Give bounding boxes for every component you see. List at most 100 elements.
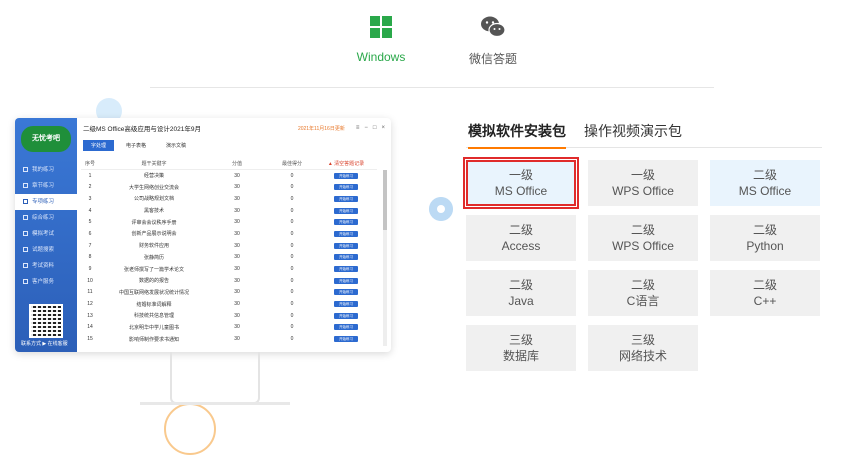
sidebar-item[interactable]: 考试资料 xyxy=(15,258,77,274)
arrow-decoration-icon xyxy=(429,197,453,221)
row-best-score: 0 xyxy=(290,324,294,331)
platform-tab-wechat[interactable]: 微信答题 xyxy=(448,14,538,67)
question-table: 序号 题干关键字 分值 最佳得分 ▲ 清空答题记录 1 经营决策 30 0 开始练习 2 大… xyxy=(81,158,377,345)
package-card[interactable]: 二级 C++ xyxy=(710,270,820,316)
row-index: 1 xyxy=(88,172,92,179)
sidebar-item-label: 综合练习 xyxy=(32,215,55,221)
sidebar-item[interactable]: 章节练习 xyxy=(15,178,77,194)
qr-code-icon xyxy=(29,304,63,338)
package-card[interactable]: 三级 网络技术 xyxy=(588,325,698,371)
row-best-score: 0 xyxy=(290,312,294,319)
row-action-cell: 开始练习 xyxy=(319,184,373,191)
row-best-score: 0 xyxy=(290,195,294,202)
windows-icon xyxy=(370,16,392,38)
app-titlebar: 二级MS Office高级应用与设计2021年9月 2021年11月16日更新 … xyxy=(77,118,391,138)
minimize-icon[interactable]: − xyxy=(364,125,368,131)
app-sidebar: 无忧考吧 我的练习 章节练习 专项练习 综合练习 模拟考试 试题搜索 考试资料 客户服务 联系… xyxy=(15,118,77,352)
package-card[interactable]: 一级 WPS Office xyxy=(588,160,698,206)
table-scrollbar[interactable] xyxy=(383,170,387,346)
row-score: 30 xyxy=(234,266,240,273)
row-score: 30 xyxy=(234,195,240,202)
row-index: 6 xyxy=(88,230,92,237)
start-practice-button[interactable]: 开始练习 xyxy=(334,195,358,202)
app-screenshot-monitor: 无忧考吧 我的练习 章节练习 专项练习 综合练习 模拟考试 试题搜索 考试资料 客户服务 联系… xyxy=(15,118,391,352)
close-icon[interactable]: × xyxy=(381,125,385,131)
row-best-score: 0 xyxy=(290,184,294,191)
start-practice-button[interactable]: 开始练习 xyxy=(334,336,358,343)
row-action-cell: 开始练习 xyxy=(319,242,373,249)
tab-ppt[interactable]: 演示文稿 xyxy=(158,140,194,151)
start-practice-button[interactable]: 开始练习 xyxy=(334,301,358,308)
package-tabs: 模拟软件安装包 操作视频演示包 xyxy=(466,118,822,149)
package-level: 二级 xyxy=(752,278,777,292)
package-card[interactable]: 二级 MS Office xyxy=(710,160,820,206)
menu-icon[interactable]: ≡ xyxy=(356,125,360,131)
start-practice-button[interactable]: 开始练习 xyxy=(334,312,358,319)
package-level: 二级 xyxy=(752,168,777,182)
maximize-icon[interactable]: □ xyxy=(373,125,377,131)
row-action-cell: 开始练习 xyxy=(319,219,373,226)
row-keyword: 评审会会议秩序手册 xyxy=(131,219,177,226)
row-best-score: 0 xyxy=(290,230,294,237)
tab-video-package[interactable]: 操作视频演示包 xyxy=(584,121,682,141)
row-index: 11 xyxy=(87,289,93,296)
start-practice-button[interactable]: 开始练习 xyxy=(334,324,358,331)
row-index: 15 xyxy=(87,336,93,343)
row-score: 30 xyxy=(234,312,240,319)
menu-item-icon xyxy=(23,183,28,189)
package-card[interactable]: 二级 C语言 xyxy=(588,270,698,316)
row-action-cell: 开始练习 xyxy=(319,195,373,202)
package-card[interactable]: 二级 WPS Office xyxy=(588,215,698,261)
table-row: 6 创新产品展示说明会 30 0 开始练习 xyxy=(81,228,377,240)
sidebar-item-label: 专项练习 xyxy=(32,199,55,205)
row-keyword: 公司战略规划文档 xyxy=(133,196,174,203)
sidebar-item-label: 模拟考试 xyxy=(32,231,55,237)
tab-excel[interactable]: 电子表格 xyxy=(118,140,154,151)
start-practice-button[interactable]: 开始练习 xyxy=(334,254,358,261)
package-card[interactable]: 三级 数据库 xyxy=(466,325,576,371)
tab-word[interactable]: 字处理 xyxy=(83,139,115,151)
start-practice-button[interactable]: 开始练习 xyxy=(334,266,358,273)
package-name: Python xyxy=(746,239,784,253)
row-keyword: 中国互联网络发展状况统计情况 xyxy=(118,289,189,296)
package-card[interactable]: 二级 Java xyxy=(466,270,576,316)
sidebar-item[interactable]: 综合练习 xyxy=(15,210,77,226)
package-level: 二级 xyxy=(508,223,533,237)
menu-item-icon xyxy=(23,279,28,285)
package-card[interactable]: 二级 Python xyxy=(710,215,820,261)
row-best-score: 0 xyxy=(290,266,294,273)
sidebar-item[interactable]: 模拟考试 xyxy=(15,226,77,242)
sidebar-item[interactable]: 试题搜索 xyxy=(15,242,77,258)
start-practice-button[interactable]: 开始练习 xyxy=(334,242,358,249)
sidebar-item[interactable]: 客户服务 xyxy=(15,274,77,290)
package-level: 二级 xyxy=(630,223,655,237)
row-score: 30 xyxy=(234,324,240,331)
package-name: 数据库 xyxy=(502,349,539,363)
start-practice-button[interactable]: 开始练习 xyxy=(334,230,358,237)
start-practice-button[interactable]: 开始练习 xyxy=(334,172,358,179)
start-practice-button[interactable]: 开始练习 xyxy=(334,184,358,191)
row-index: 8 xyxy=(88,254,92,261)
row-score: 30 xyxy=(234,207,240,214)
start-practice-button[interactable]: 开始练习 xyxy=(334,219,358,226)
package-card[interactable]: 二级 Access xyxy=(466,215,576,261)
start-practice-button[interactable]: 开始练习 xyxy=(334,289,358,296)
sidebar-item[interactable]: 我的练习 xyxy=(15,162,77,178)
row-index: 3 xyxy=(88,195,92,202)
package-level: 一级 xyxy=(508,168,533,182)
package-card[interactable]: 一级 MS Office xyxy=(463,157,579,209)
start-practice-button[interactable]: 开始练习 xyxy=(334,207,358,214)
clear-records-button[interactable]: ▲ 清空答题记录 xyxy=(319,160,373,167)
tab-software-package[interactable]: 模拟软件安装包 xyxy=(468,121,566,149)
row-index: 14 xyxy=(87,324,93,331)
row-best-score: 0 xyxy=(290,289,294,296)
table-row: 8 张静简历 30 0 开始练习 xyxy=(81,252,377,264)
row-action-cell: 开始练习 xyxy=(319,254,373,261)
row-best-score: 0 xyxy=(290,301,294,308)
row-keyword: 黑客技术 xyxy=(143,208,164,215)
sidebar-item-label: 客户服务 xyxy=(32,279,55,285)
package-name: WPS Office xyxy=(612,184,674,198)
start-practice-button[interactable]: 开始练习 xyxy=(334,277,358,284)
platform-tab-windows[interactable]: Windows xyxy=(336,14,426,64)
sidebar-item[interactable]: 专项练习 xyxy=(15,194,77,210)
